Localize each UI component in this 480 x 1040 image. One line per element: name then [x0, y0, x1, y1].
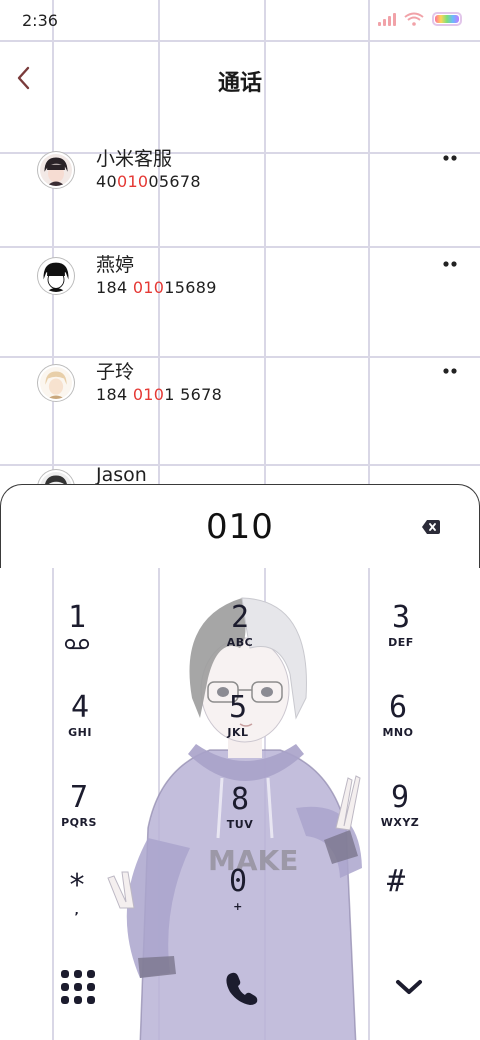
contact-name: 子玲 — [96, 361, 135, 383]
contact-row[interactable]: 子玲 184 0101 5678 — [0, 357, 480, 457]
key-hash[interactable]: # — [341, 864, 451, 934]
key-0[interactable]: 0 + — [183, 864, 293, 934]
status-bar: 2:36 — [0, 0, 480, 40]
status-icons — [378, 12, 462, 26]
contact-number: 184 0101 5678 — [96, 385, 223, 404]
contact-number: 4001005678 — [96, 172, 201, 191]
avatar — [38, 365, 74, 401]
contact-name: 燕婷 — [96, 254, 135, 276]
signal-icon — [378, 12, 396, 26]
header: 通话 — [0, 48, 480, 108]
chevron-down-icon[interactable] — [394, 976, 424, 998]
status-time: 2:36 — [22, 11, 58, 30]
keypad-area: MAKE 1 2 ABC 3 DEF 4 GHI 5 JKL 6 MNO 7 P… — [0, 568, 480, 1040]
key-2[interactable]: 2 ABC — [185, 600, 295, 670]
key-1[interactable]: 1 — [22, 600, 132, 670]
wifi-icon — [404, 12, 424, 26]
call-icon[interactable] — [224, 970, 260, 1006]
contact-row[interactable]: Jason — [0, 464, 480, 486]
contact-row[interactable]: 小米客服 4001005678 — [0, 144, 480, 244]
contact-number: 184 01015689 — [96, 278, 217, 297]
more-icon[interactable] — [442, 367, 458, 375]
key-4[interactable]: 4 GHI — [25, 690, 135, 760]
dialed-number: 010 — [206, 507, 274, 547]
battery-icon — [432, 12, 462, 26]
contact-row[interactable]: 燕婷 184 01015689 — [0, 250, 480, 350]
more-icon[interactable] — [442, 154, 458, 162]
key-5[interactable]: 5 JKL — [183, 690, 293, 760]
voicemail-icon — [64, 638, 90, 650]
avatar — [38, 152, 74, 188]
key-9[interactable]: 9 WXYZ — [345, 780, 455, 850]
backspace-icon[interactable] — [421, 517, 441, 537]
key-6[interactable]: 6 MNO — [343, 690, 453, 760]
contact-name: Jason — [96, 464, 147, 486]
keypad-grid-icon[interactable] — [61, 970, 95, 1004]
avatar — [38, 258, 74, 294]
key-3[interactable]: 3 DEF — [346, 600, 456, 670]
page-title: 通话 — [217, 71, 262, 96]
key-7[interactable]: 7 PQRS — [24, 780, 134, 850]
key-star[interactable]: * , — [22, 868, 132, 938]
key-8[interactable]: 8 TUV — [185, 782, 295, 852]
more-icon[interactable] — [442, 260, 458, 268]
dialer-display: 010 — [0, 484, 480, 568]
contact-name: 小米客服 — [96, 148, 173, 170]
